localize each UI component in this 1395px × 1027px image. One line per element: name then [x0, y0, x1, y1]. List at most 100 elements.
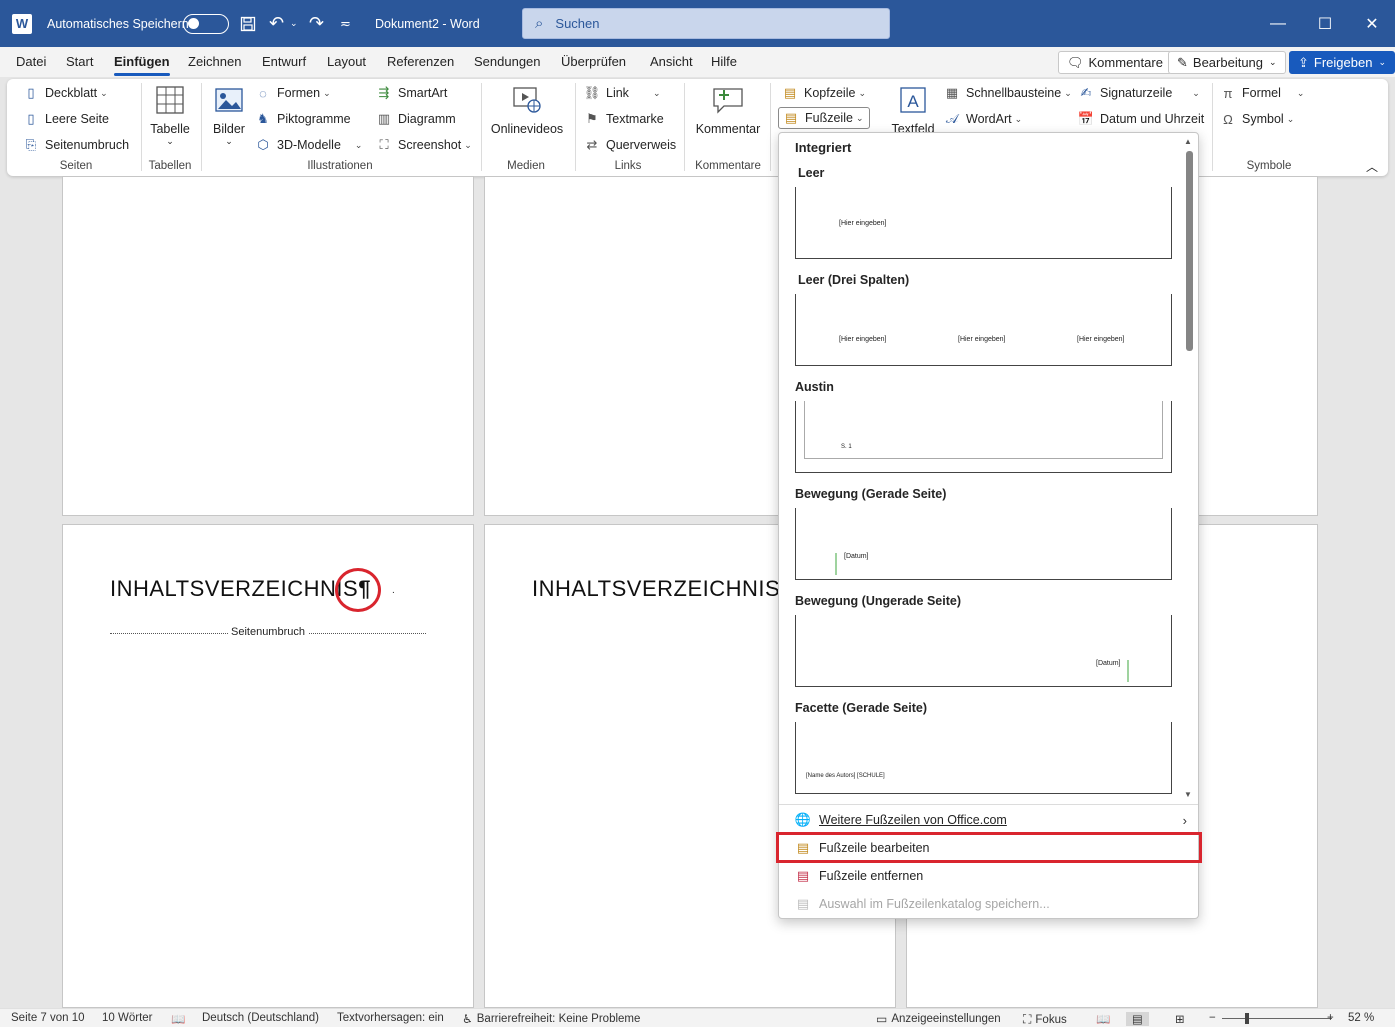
smartart-button[interactable]: ⇶ SmartArt [376, 85, 448, 101]
print-layout-icon[interactable]: ▤ [1126, 1012, 1149, 1026]
pictures-button[interactable]: Bilder ⌄ [210, 84, 248, 147]
gallery-item-bewegung-gerade[interactable]: [Datum] [795, 508, 1172, 580]
gallery-scrollbar[interactable]: ▲ ▼ [1183, 137, 1195, 801]
tab-ueberpruefen[interactable]: Überprüfen [561, 54, 626, 69]
tab-ansicht[interactable]: Ansicht [650, 54, 693, 69]
close-icon[interactable]: ✕ [1349, 0, 1395, 47]
bookmark-label: Textmarke [606, 112, 664, 126]
chevron-down-icon: ⌄ [1296, 87, 1305, 98]
more-footers-office-item[interactable]: 🌐 Weitere Fußzeilen von Office.com › [780, 807, 1197, 833]
placeholder-text: [Hier eingeben] [958, 336, 1006, 343]
display-settings-button[interactable]: ▭ Anzeigeeinstellungen [876, 1012, 1001, 1026]
tab-referenzen[interactable]: Referenzen [387, 54, 454, 69]
chart-button[interactable]: ▥ Diagramm [376, 111, 456, 127]
tab-layout[interactable]: Layout [327, 54, 366, 69]
3d-models-button[interactable]: ⬡ 3D-Modelle ⌄ [255, 137, 362, 153]
date-time-button[interactable]: 📅 Datum und Uhrzeit [1078, 111, 1204, 127]
wordart-button[interactable]: 𝒜 WordArt ⌄ [944, 111, 1022, 127]
gallery-title-facette-gerade: Facette (Gerade Seite) [795, 701, 927, 715]
maximize-icon[interactable]: ☐ [1302, 0, 1348, 47]
search-box[interactable]: ⌕ Suchen [522, 8, 890, 39]
share-icon: ⇪ [1298, 54, 1309, 70]
read-mode-icon[interactable]: 📖 [1096, 1012, 1110, 1026]
equation-button[interactable]: π Formel ⌄ [1220, 85, 1305, 101]
redo-icon[interactable]: ↷ [309, 0, 324, 47]
scroll-down-arrow-icon[interactable]: ▼ [1184, 790, 1192, 799]
online-videos-button[interactable]: Onlinevideos [491, 84, 563, 136]
gallery-title-bewegung-ungerade: Bewegung (Ungerade Seite) [795, 594, 961, 608]
undo-dropdown-chevron-icon[interactable]: ⌄ [290, 0, 298, 47]
zoom-slider-thumb[interactable] [1245, 1013, 1249, 1024]
quick-parts-button[interactable]: ▦ Schnellbausteine ⌄ [944, 85, 1072, 101]
comment-label: Kommentar [695, 122, 761, 136]
tab-hilfe[interactable]: Hilfe [711, 54, 737, 69]
editing-mode-label: Bearbeitung [1192, 55, 1264, 70]
zoom-out-icon[interactable]: − [1209, 1012, 1216, 1024]
customize-toolbar-icon[interactable]: ≂ [340, 0, 351, 47]
link-button[interactable]: ⛓ Link ⌄ [584, 85, 661, 101]
gallery-item-facette-gerade[interactable]: [Name des Autors] [SCHULE] [795, 722, 1172, 794]
remove-footer-item[interactable]: ▤ Fußzeile entfernen [780, 863, 1197, 889]
page-count[interactable]: Seite 7 von 10 [11, 1012, 85, 1024]
undo-icon[interactable]: ↶ [269, 0, 284, 47]
scroll-up-arrow-icon[interactable]: ▲ [1184, 137, 1192, 146]
zoom-level[interactable]: 52 % [1348, 1012, 1374, 1024]
gallery-title-leer: Leer [798, 166, 825, 180]
focus-button[interactable]: ⛶ Fokus [1023, 1012, 1067, 1027]
gallery-item-leer-drei-spalten[interactable]: [Hier eingeben] [Hier eingeben] [Hier ei… [795, 294, 1172, 366]
screenshot-button[interactable]: ⛶ Screenshot ⌄ [376, 137, 471, 153]
tab-einfuegen[interactable]: Einfügen [114, 54, 170, 76]
footer-save-icon: ▤ [796, 896, 810, 911]
scroll-thumb[interactable] [1186, 151, 1193, 351]
gallery-item-leer[interactable]: [Hier eingeben] [795, 187, 1172, 259]
bookmark-button[interactable]: ⚑ Textmarke [584, 111, 664, 127]
web-layout-icon[interactable]: ⊞ [1175, 1012, 1185, 1026]
accessibility-status[interactable]: ♿ Barrierefreiheit: Keine Probleme [462, 1012, 640, 1026]
text-box-button[interactable]: A Textfeld [890, 84, 936, 136]
tab-datei[interactable]: Datei [16, 54, 46, 69]
minimize-icon[interactable]: — [1255, 0, 1301, 47]
section-header-integriert: Integriert [795, 140, 852, 155]
focus-icon: ⛶ [1023, 1012, 1032, 1026]
tab-start[interactable]: Start [66, 54, 93, 69]
new-comment-button[interactable]: Kommentar [693, 84, 763, 136]
comments-button[interactable]: 🗨 Kommentare [1058, 51, 1172, 74]
tab-sendungen[interactable]: Sendungen [474, 54, 541, 69]
share-button[interactable]: ⇪ Freigeben ⌄ [1289, 51, 1395, 74]
gallery-item-austin[interactable]: S. 1 [795, 401, 1172, 473]
tab-zeichnen[interactable]: Zeichnen [188, 54, 241, 69]
toc-heading-next-page[interactable]: INHALTSVERZEICHNIS [532, 576, 780, 602]
signature-line-button[interactable]: ✍ Signaturzeile ⌄ [1078, 85, 1200, 101]
zoom-in-icon[interactable]: + [1327, 1012, 1334, 1024]
placeholder-text: [Name des Autors] [SCHULE] [806, 773, 885, 779]
save-icon[interactable] [240, 0, 256, 47]
tab-entwurf[interactable]: Entwurf [262, 54, 306, 69]
header-button[interactable]: ▤ Kopfzeile ⌄ [782, 85, 866, 101]
blank-page-button[interactable]: ▯ Leere Seite [23, 111, 109, 127]
collapse-ribbon-chevron-icon[interactable]: ︿ [1366, 158, 1378, 175]
word-count[interactable]: 10 Wörter [102, 1012, 153, 1024]
footer-icon: ▤ [784, 110, 798, 125]
footer-remove-icon: ▤ [796, 868, 810, 883]
toc-heading[interactable]: INHALTSVERZEICHNIS¶ [110, 576, 371, 602]
dropdown-separator [779, 804, 1198, 805]
table-button[interactable]: Tabelle ⌄ [150, 84, 190, 147]
chevron-down-icon: ⌄ [652, 87, 661, 98]
page-break-button[interactable]: ⎘ Seitenumbruch [23, 137, 129, 153]
language-status[interactable]: Deutsch (Deutschland) [202, 1012, 319, 1024]
autosave-toggle[interactable] [183, 0, 229, 47]
cover-page-button[interactable]: ▯ Deckblatt ⌄ [23, 85, 107, 101]
footer-button[interactable]: ▤ Fußzeile ⌄ [778, 107, 871, 129]
icons-button[interactable]: ♞ Piktogramme [255, 111, 350, 127]
editing-mode-button[interactable]: ✎ Bearbeitung ⌄ [1168, 51, 1286, 74]
online-videos-label: Onlinevideos [490, 122, 564, 136]
gallery-item-bewegung-ungerade[interactable]: [Datum] [795, 615, 1172, 687]
shapes-button[interactable]: ◌ Formen ⌄ [255, 85, 331, 101]
symbol-button[interactable]: Ω Symbol ⌄ [1220, 111, 1294, 127]
zoom-slider-track[interactable] [1222, 1018, 1332, 1019]
green-accent-bar [835, 553, 837, 575]
proofing-book-icon[interactable]: 📖 [171, 1012, 185, 1026]
placeholder-text: [Datum] [844, 553, 869, 560]
text-predictions-status[interactable]: Textvorhersagen: ein [337, 1012, 444, 1024]
cross-reference-button[interactable]: ⇄ Querverweis [584, 137, 677, 153]
